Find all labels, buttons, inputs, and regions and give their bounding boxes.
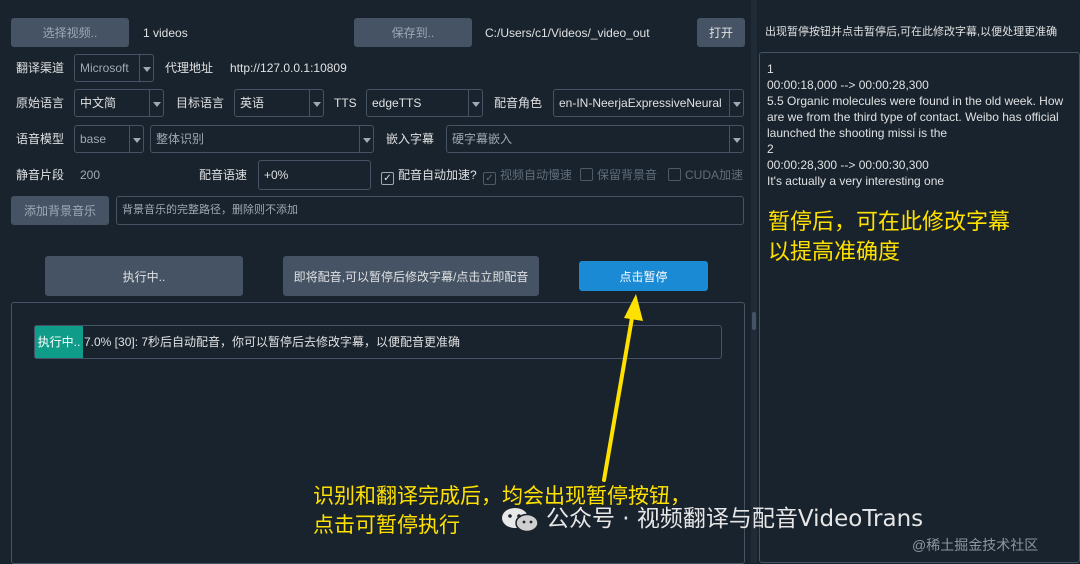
wechat-icon bbox=[500, 505, 540, 535]
site-watermark: @稀土掘金技术社区 bbox=[912, 537, 1039, 553]
annotation-arrow bbox=[602, 294, 643, 482]
watermark-text: 公众号 · 视频翻译与配音VideoTrans bbox=[546, 506, 924, 532]
arrow-head-icon bbox=[624, 294, 643, 321]
arrow-shaft bbox=[602, 310, 635, 482]
